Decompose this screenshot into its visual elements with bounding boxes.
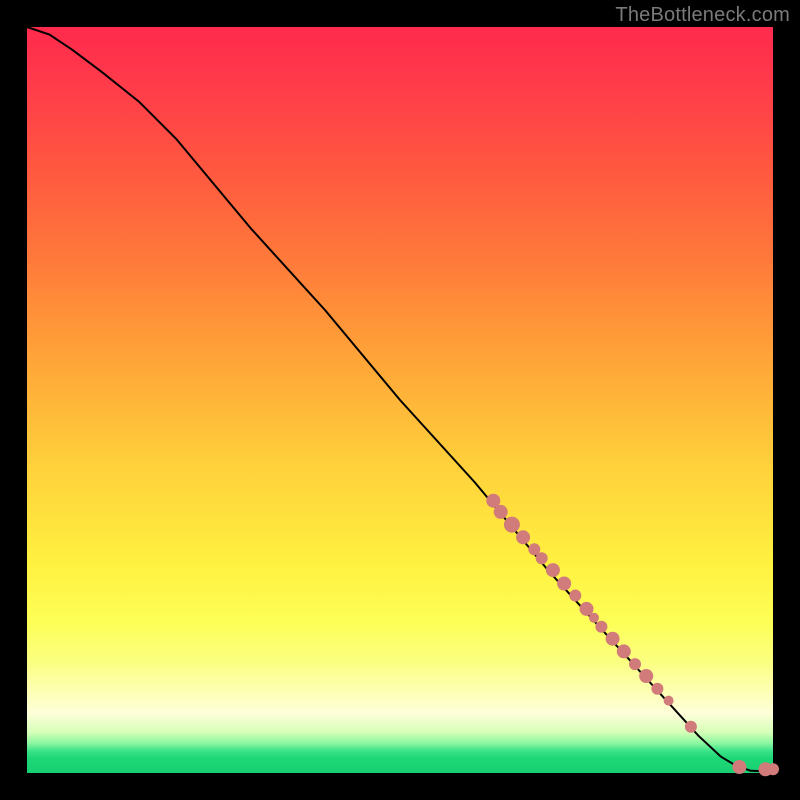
data-point bbox=[557, 577, 571, 591]
data-point bbox=[516, 530, 530, 544]
data-point bbox=[767, 763, 779, 775]
data-point bbox=[494, 505, 508, 519]
data-point bbox=[595, 621, 607, 633]
data-point bbox=[732, 760, 746, 774]
data-point bbox=[629, 658, 641, 670]
data-point bbox=[589, 613, 599, 623]
chart-svg bbox=[27, 27, 773, 773]
data-point bbox=[639, 669, 653, 683]
data-point bbox=[617, 644, 631, 658]
plot-area bbox=[27, 27, 773, 773]
data-point bbox=[651, 683, 663, 695]
curve-path bbox=[27, 27, 773, 772]
data-point bbox=[606, 632, 620, 646]
watermark-text: TheBottleneck.com bbox=[615, 4, 790, 27]
data-point bbox=[569, 590, 581, 602]
chart-frame: TheBottleneck.com bbox=[0, 0, 800, 800]
data-point bbox=[504, 517, 520, 533]
data-point bbox=[664, 696, 674, 706]
points-group bbox=[486, 494, 779, 777]
data-point bbox=[536, 552, 548, 564]
data-point bbox=[546, 563, 560, 577]
data-point bbox=[685, 721, 697, 733]
